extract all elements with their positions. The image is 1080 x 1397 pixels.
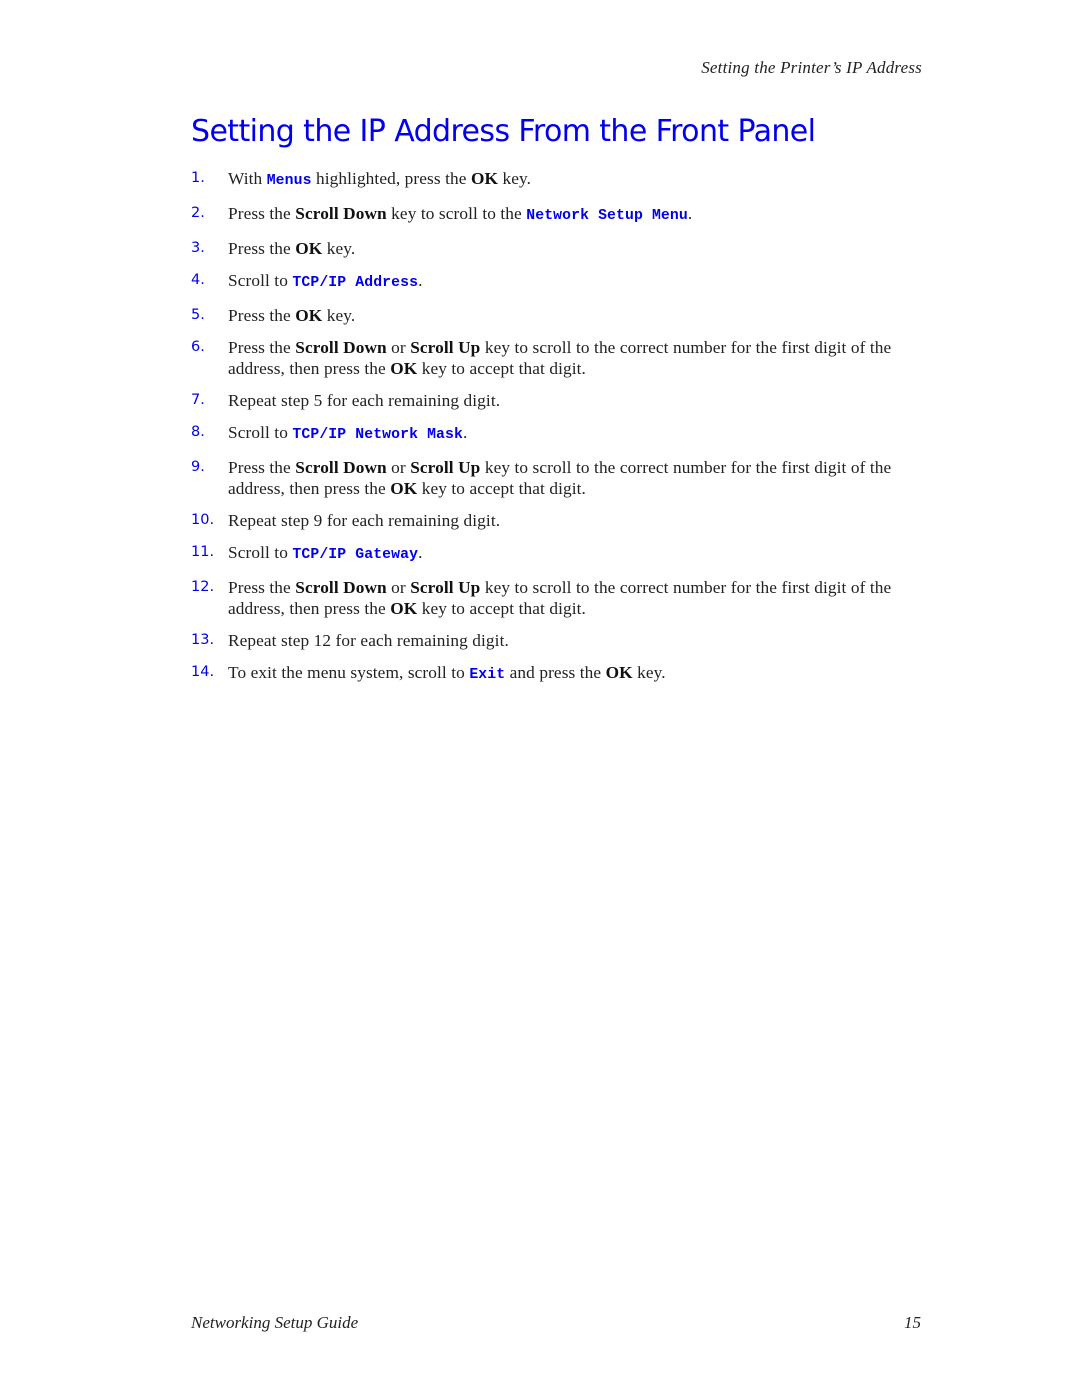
key-name: OK (390, 359, 418, 378)
step-number: 11. (191, 544, 215, 560)
step-item: 1. With Menus highlighted, press the OK k… (191, 168, 901, 192)
step-number: 5. (191, 307, 205, 323)
step-item: 3. Press the OK key. (191, 238, 901, 259)
step-text-segment: Repeat step 5 for each remaining digit. (228, 391, 501, 410)
menu-item-name: TCP/IP Gateway (292, 547, 419, 563)
step-number: 1. (191, 170, 205, 186)
step-text-segment: Scroll to (228, 543, 293, 562)
step-text: Press the OK key. (228, 305, 901, 326)
step-text-segment: Press the (228, 338, 296, 357)
footer-guide-title: Networking Setup Guide (191, 1313, 359, 1332)
step-number: 8. (191, 424, 205, 440)
step-text: Press the Scroll Down or Scroll Up key t… (228, 337, 901, 379)
step-number: 10. (191, 512, 215, 528)
step-text-segment: key to scroll to the (386, 204, 527, 223)
step-item: 7. Repeat step 5 for each remaining digit… (191, 390, 901, 411)
step-text-segment: key. (322, 306, 356, 325)
step-text-segment: Press the (228, 204, 296, 223)
page-title: Setting the IP Address From the Front Pa… (191, 114, 816, 149)
key-name: OK (295, 306, 323, 325)
step-text-segment: Press the (228, 306, 296, 325)
step-text: Scroll to TCP/IP Gateway. (228, 542, 901, 566)
step-number: 4. (191, 272, 205, 288)
step-text: Press the Scroll Down or Scroll Up key t… (228, 577, 901, 619)
step-text-segment: highlighted, press the (311, 169, 471, 188)
step-text-segment: Press the (228, 578, 296, 597)
step-text-segment: key. (322, 239, 356, 258)
step-text: Press the Scroll Down key to scroll to t… (228, 203, 901, 227)
step-text-segment: or (386, 458, 411, 477)
step-item: 10. Repeat step 9 for each remaining digi… (191, 510, 901, 531)
key-name: Scroll Up (410, 578, 481, 597)
key-name: Scroll Down (295, 578, 387, 597)
step-item: 4. Scroll to TCP/IP Address. (191, 270, 901, 294)
step-text: Repeat step 12 for each remaining digit. (228, 630, 901, 651)
step-text-segment: . (463, 423, 468, 442)
step-item: 12. Press the Scroll Down or Scroll Up ke… (191, 577, 901, 619)
key-name: OK (295, 239, 323, 258)
menu-item-name: Menus (266, 173, 312, 189)
menu-item-name: TCP/IP Address (292, 275, 419, 291)
step-item: 11. Scroll to TCP/IP Gateway. (191, 542, 901, 566)
step-text-segment: Press the (228, 239, 296, 258)
step-text-segment: key to accept that digit. (417, 359, 586, 378)
step-text-segment: . (687, 204, 693, 223)
step-text-segment: Press the (228, 458, 296, 477)
key-name: OK (390, 479, 418, 498)
step-text: Scroll to TCP/IP Address. (228, 270, 901, 294)
step-number: 14. (191, 664, 215, 680)
step-item: 14. To exit the menu system, scroll to Ex… (191, 662, 901, 686)
key-name: OK (390, 599, 418, 618)
step-text-segment: Repeat step 12 for each remaining digit. (228, 631, 509, 650)
step-text-segment: and press the (505, 663, 606, 682)
steps-list: 1. With Menus highlighted, press the OK k… (191, 168, 901, 697)
step-text: To exit the menu system, scroll to Exit … (228, 662, 901, 686)
step-number: 3. (191, 240, 205, 256)
step-text-segment: . (418, 543, 423, 562)
step-text-segment: Scroll to (228, 271, 293, 290)
menu-item-name: Exit (469, 667, 506, 683)
step-text: Repeat step 5 for each remaining digit. (228, 390, 901, 411)
step-number: 2. (191, 205, 205, 221)
key-name: OK (470, 169, 499, 188)
key-name: Scroll Up (410, 338, 481, 357)
step-text: Scroll to TCP/IP Network Mask. (228, 422, 901, 446)
step-number: 6. (191, 339, 205, 355)
step-text: Press the Scroll Down or Scroll Up key t… (228, 457, 901, 499)
step-text-segment: key to accept that digit. (417, 599, 586, 618)
key-name: OK (605, 663, 633, 682)
step-text: Press the OK key. (228, 238, 901, 259)
step-item: 2. Press the Scroll Down key to scroll to… (191, 203, 901, 227)
key-name: Scroll Up (410, 458, 481, 477)
running-header: Setting the Printer’s IP Address (701, 58, 922, 77)
step-text-segment: With (228, 169, 267, 188)
menu-item-name: Network Setup Menu (526, 208, 688, 224)
step-item: 6. Press the Scroll Down or Scroll Up key… (191, 337, 901, 379)
key-name: Scroll Down (295, 338, 387, 357)
key-name: Scroll Down (295, 204, 387, 223)
step-item: 9. Press the Scroll Down or Scroll Up key… (191, 457, 901, 499)
page-number: 15 (904, 1313, 921, 1332)
step-item: 8. Scroll to TCP/IP Network Mask. (191, 422, 901, 446)
step-number: 13. (191, 632, 215, 648)
menu-item-name: TCP/IP Network Mask (292, 427, 463, 443)
key-name: Scroll Down (295, 458, 387, 477)
step-text: Repeat step 9 for each remaining digit. (228, 510, 901, 531)
step-text: With Menus highlighted, press the OK key… (228, 168, 901, 192)
step-item: 5. Press the OK key. (191, 305, 901, 326)
step-text-segment: key. (632, 663, 666, 682)
step-text-segment: key to accept that digit. (417, 479, 586, 498)
step-number: 12. (191, 579, 215, 595)
step-text-segment: To exit the menu system, scroll to (228, 663, 470, 682)
step-text-segment: Scroll to (228, 423, 293, 442)
step-number: 9. (191, 459, 205, 475)
step-number: 7. (191, 392, 205, 408)
step-text-segment: key. (498, 169, 532, 188)
step-text-segment: or (386, 578, 411, 597)
step-text-segment: Repeat step 9 for each remaining digit. (228, 511, 501, 530)
step-text-segment: or (386, 338, 411, 357)
step-text-segment: . (418, 271, 423, 290)
step-item: 13. Repeat step 12 for each remaining dig… (191, 630, 901, 651)
